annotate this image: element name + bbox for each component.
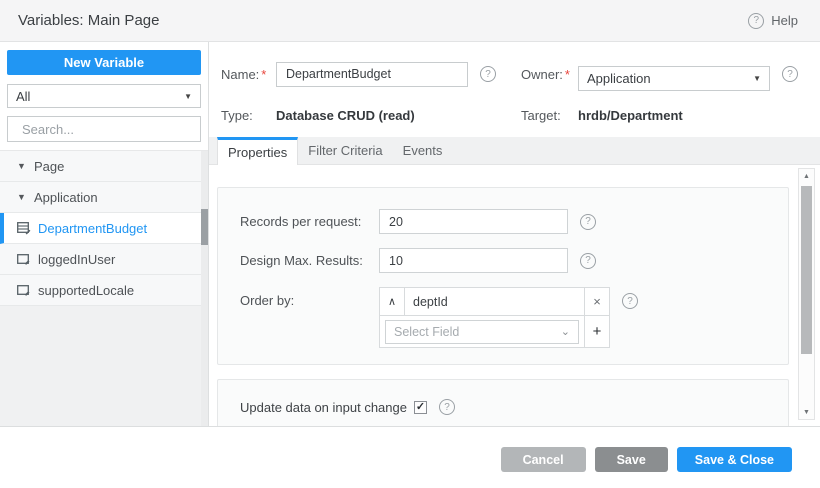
order-by-label: Order by: bbox=[240, 293, 295, 308]
static-variable-icon bbox=[17, 253, 30, 265]
tree-item-label: loggedInUser bbox=[38, 251, 116, 267]
scroll-down-icon[interactable]: ▼ bbox=[799, 406, 814, 418]
variables-tree: ▼ Page ▼ Application DepartmentBudget lo… bbox=[0, 150, 208, 426]
order-by-field-value: deptId bbox=[413, 294, 448, 309]
collapse-arrow-icon: ▼ bbox=[17, 192, 26, 202]
variables-dialog: Variables: Main Page ? Help New Variable… bbox=[0, 0, 820, 488]
tab-properties[interactable]: Properties bbox=[217, 137, 299, 165]
search-input[interactable] bbox=[22, 121, 198, 137]
help-button[interactable]: ? Help bbox=[748, 12, 798, 29]
chevron-down-icon: ⌄ bbox=[560, 326, 570, 338]
sidebar-controls: New Variable All ▼ bbox=[0, 42, 208, 150]
dialog-header: Variables: Main Page ? Help bbox=[0, 0, 820, 42]
dialog-body: New Variable All ▼ ▼ Page bbox=[0, 42, 820, 427]
properties-tab-content: Records per request: ? Design Max. Resul… bbox=[209, 165, 820, 426]
behavior-settings-panel: Update data on input change ✓ ? Request … bbox=[217, 379, 789, 426]
required-marker: * bbox=[261, 66, 267, 82]
content-scrollbar[interactable]: ▲ ▼ bbox=[798, 168, 815, 420]
detail-tabs: Properties Filter Criteria Events bbox=[209, 137, 820, 165]
variables-sidebar: New Variable All ▼ ▼ Page bbox=[0, 42, 209, 426]
select-field-dropdown[interactable]: Select Field ⌄ bbox=[385, 319, 579, 344]
chevron-down-icon: ▼ bbox=[184, 91, 192, 101]
order-by-entry: ∧ deptId × bbox=[380, 288, 609, 316]
variable-summary: Name:* ? Owner:* Application ▼ ? bbox=[209, 42, 820, 123]
page-title: Variables: Main Page bbox=[18, 12, 160, 29]
tree-item-label: DepartmentBudget bbox=[38, 220, 148, 236]
target-value: hrdb/Department bbox=[578, 108, 683, 123]
type-label: Type: bbox=[221, 108, 253, 123]
static-variable-icon bbox=[17, 284, 30, 296]
records-help-icon[interactable]: ? bbox=[580, 213, 596, 230]
tab-filter-criteria[interactable]: Filter Criteria bbox=[298, 137, 392, 164]
required-marker: * bbox=[564, 66, 570, 82]
remove-field-button[interactable]: × bbox=[584, 288, 609, 315]
tree-group-label: Application bbox=[34, 189, 98, 205]
sort-ascending-button[interactable]: ∧ bbox=[380, 288, 405, 315]
cancel-button[interactable]: Cancel bbox=[500, 447, 586, 472]
update-data-checkbox[interactable]: ✓ bbox=[413, 400, 427, 414]
update-data-help-icon[interactable]: ? bbox=[438, 399, 455, 415]
name-label: Name: * bbox=[221, 66, 267, 82]
records-per-request-label: Records per request: bbox=[240, 214, 362, 229]
tab-events[interactable]: Events bbox=[393, 137, 453, 164]
save-button[interactable]: Save bbox=[594, 447, 668, 472]
chevron-down-icon: ▼ bbox=[753, 74, 761, 83]
sidebar-scrollbar-thumb[interactable] bbox=[201, 209, 208, 245]
order-by-add-row: Select Field ⌄ + bbox=[380, 316, 609, 347]
design-max-results-label: Design Max. Results: bbox=[240, 253, 363, 268]
variable-filter-value: All bbox=[16, 88, 31, 104]
owner-help-icon[interactable]: ? bbox=[782, 66, 798, 82]
name-input[interactable] bbox=[276, 61, 468, 87]
tree-group-label: Page bbox=[34, 158, 65, 174]
tree-item-departmentbudget[interactable]: DepartmentBudget bbox=[0, 213, 208, 244]
order-by-help-icon[interactable]: ? bbox=[622, 293, 638, 309]
name-help-icon[interactable]: ? bbox=[480, 66, 496, 82]
design-max-results-input[interactable] bbox=[379, 248, 568, 273]
design-max-help-icon[interactable]: ? bbox=[580, 252, 596, 269]
save-and-close-button[interactable]: Save & Close bbox=[676, 447, 792, 472]
owner-dropdown[interactable]: Application ▼ bbox=[578, 66, 770, 91]
dialog-footer: Cancel Save Save & Close bbox=[0, 427, 820, 488]
owner-label: Owner: * bbox=[521, 66, 570, 82]
variable-search[interactable] bbox=[7, 116, 201, 142]
variable-detail-pane: Name:* ? Owner:* Application ▼ ? bbox=[209, 42, 820, 426]
help-icon: ? bbox=[748, 12, 765, 29]
data-settings-panel: Records per request: ? Design Max. Resul… bbox=[217, 187, 789, 365]
content-scrollbar-thumb[interactable] bbox=[801, 186, 812, 354]
owner-value: Application bbox=[587, 71, 651, 86]
order-by-widget: ∧ deptId × Select Field ⌄ + bbox=[379, 287, 610, 348]
scroll-up-icon[interactable]: ▲ bbox=[799, 170, 814, 182]
tree-group-application[interactable]: ▼ Application bbox=[0, 182, 208, 213]
tree-group-page[interactable]: ▼ Page bbox=[0, 151, 208, 182]
update-data-label: Update data on input change bbox=[240, 399, 407, 415]
variable-filter-dropdown[interactable]: All ▼ bbox=[7, 84, 201, 108]
add-field-button[interactable]: + bbox=[584, 316, 609, 347]
help-label: Help bbox=[771, 13, 798, 28]
new-variable-button[interactable]: New Variable bbox=[7, 50, 201, 75]
tree-item-loggedinuser[interactable]: loggedInUser bbox=[0, 244, 208, 275]
sidebar-scrollbar[interactable] bbox=[201, 151, 208, 426]
select-field-placeholder: Select Field bbox=[394, 324, 460, 339]
tree-item-supportedlocale[interactable]: supportedLocale bbox=[0, 275, 208, 306]
target-label: Target: bbox=[521, 108, 561, 123]
crud-variable-icon bbox=[17, 221, 31, 234]
tree-item-label: supportedLocale bbox=[38, 282, 135, 298]
records-per-request-input[interactable] bbox=[379, 209, 568, 234]
collapse-arrow-icon: ▼ bbox=[17, 161, 26, 171]
type-value: Database CRUD (read) bbox=[276, 108, 415, 123]
